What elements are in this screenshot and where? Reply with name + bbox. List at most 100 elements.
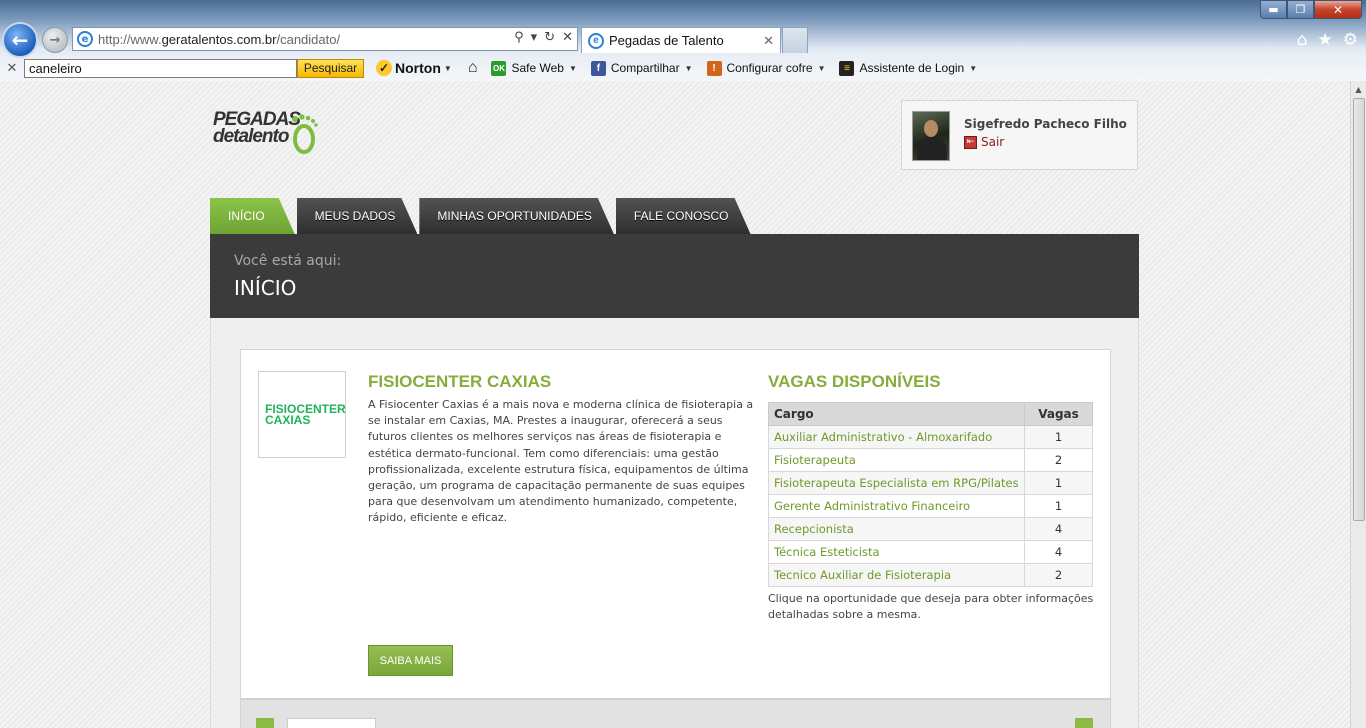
close-icon: ✕ (1332, 2, 1344, 17)
logout-label: Sair (981, 135, 1005, 149)
chevron-down-icon: ▼ (969, 63, 978, 73)
cargo-link[interactable]: Tecnico Auxiliar de Fisioterapia (768, 563, 1025, 587)
toolbar-home-button[interactable]: ⌂ (468, 59, 478, 77)
tab-meus-dados[interactable]: MEUS DADOS (297, 198, 418, 234)
forward-arrow-icon: → (49, 32, 61, 48)
address-bar[interactable]: e http://www.geratalentos.com.br/candida… (72, 27, 578, 51)
search-icon[interactable]: ⚲ (514, 30, 524, 45)
tab-title: Pegadas de Talento (609, 33, 724, 48)
login-assistant-label: Assistente de Login (859, 61, 965, 75)
table-row[interactable]: Recepcionista 4 (768, 517, 1093, 541)
company-description: A Fisiocenter Caxias é a mais nova e mod… (368, 398, 754, 525)
cargo-link[interactable]: Gerente Administrativo Financeiro (768, 494, 1025, 518)
chevron-down-icon: ▼ (817, 63, 826, 73)
safe-web-icon: OK (491, 60, 507, 76)
carousel-bar (240, 699, 1111, 728)
tab-inicio[interactable]: INÍCIO (210, 198, 295, 234)
tab-minhas-oportunidades[interactable]: MINHAS OPORTUNIDADES (419, 198, 613, 234)
back-arrow-icon: ← (11, 28, 29, 52)
tab-close-icon[interactable]: ✕ (763, 33, 774, 49)
table-row[interactable]: Técnica Esteticista 4 (768, 540, 1093, 564)
cargo-link[interactable]: Fisioterapeuta (768, 448, 1025, 472)
user-panel: Sigefredo Pacheco Filho ⇤ Sair (901, 100, 1138, 170)
browser-tab[interactable]: e Pegadas de Talento ✕ (581, 27, 781, 53)
login-assistant-icon: ≡ (839, 60, 855, 76)
column-header-vagas: Vagas (1024, 402, 1093, 426)
vagas-count: 1 (1024, 494, 1093, 518)
vagas-table: Cargo Vagas Auxiliar Administrativo - Al… (768, 402, 1093, 587)
company-title: FISIOCENTER CAXIAS (368, 372, 552, 391)
window-close-button[interactable]: ✕ (1314, 0, 1362, 19)
breadcrumb-label: Você está aqui: (234, 253, 342, 269)
login-assistant-menu[interactable]: ≡ Assistente de Login ▼ (839, 60, 978, 76)
carousel-thumbnail[interactable] (287, 718, 376, 728)
cargo-link[interactable]: Recepcionista (768, 517, 1025, 541)
norton-toolbar: ✕ Pesquisar ✓ Norton ▼ ⌂ OK Safe Web ▼ f… (0, 55, 1366, 81)
toolbar-search-button[interactable]: Pesquisar (297, 58, 364, 78)
toolbar-close-icon[interactable]: ✕ (0, 60, 24, 76)
vault-menu[interactable]: ! Configurar cofre ▼ (706, 60, 826, 76)
forward-button[interactable]: → (42, 27, 68, 53)
url-path: /candidato/ (276, 31, 341, 47)
carousel-next-button[interactable] (1075, 718, 1093, 728)
cargo-link[interactable]: Auxiliar Administrativo - Almoxarifado (768, 425, 1025, 449)
norton-menu[interactable]: ✓ Norton ▼ (376, 60, 452, 76)
norton-label: Norton (395, 60, 441, 76)
tab-fale-conosco[interactable]: FALE CONOSCO (616, 198, 751, 234)
norton-check-icon: ✓ (376, 60, 392, 76)
main-nav: INÍCIO MEUS DADOS MINHAS OPORTUNIDADES F… (210, 198, 753, 234)
url-prefix: http://www. (98, 31, 162, 47)
page-content: PEGADAS detalento Sigefredo Pacheco Filh… (0, 81, 1350, 728)
company-logo[interactable]: FISIOCENTER CAXIAS (258, 371, 346, 458)
site-logo[interactable]: PEGADAS detalento (213, 109, 328, 159)
share-menu[interactable]: f Compartilhar ▼ (590, 60, 693, 76)
table-row[interactable]: Gerente Administrativo Financeiro 1 (768, 494, 1093, 518)
logout-link[interactable]: ⇤ Sair (964, 135, 1004, 149)
safe-web-label: Safe Web (511, 61, 564, 75)
table-row[interactable]: Fisioterapeuta 2 (768, 448, 1093, 472)
page-scrollbar[interactable]: ▲ (1350, 81, 1366, 728)
address-url[interactable]: http://www.geratalentos.com.br/candidato… (98, 32, 340, 47)
safe-web-menu[interactable]: OK Safe Web ▼ (491, 60, 577, 76)
saiba-mais-button[interactable]: SAIBA MAIS (368, 645, 453, 676)
table-row[interactable]: Tecnico Auxiliar de Fisioterapia 2 (768, 563, 1093, 587)
settings-gear-icon[interactable]: ⚙ (1343, 30, 1358, 50)
carousel-prev-button[interactable] (256, 718, 274, 728)
new-tab-button[interactable] (782, 27, 808, 53)
vagas-note: Clique na oportunidade que deseja para o… (768, 592, 1094, 621)
facebook-icon: f (590, 60, 606, 76)
chevron-down-icon: ▼ (684, 63, 693, 73)
browser-chrome: ← → e http://www.geratalentos.com.br/can… (0, 0, 1366, 81)
vault-icon: ! (706, 60, 722, 76)
maximize-button[interactable]: ❐ (1287, 0, 1314, 19)
scroll-thumb[interactable] (1353, 98, 1365, 521)
table-header-row: Cargo Vagas (768, 402, 1093, 426)
minimize-button[interactable]: ▬ (1260, 0, 1287, 19)
content-area: FISIOCENTER CAXIAS FISIOCENTER CAXIAS A … (210, 318, 1139, 728)
scroll-up-icon[interactable]: ▲ (1351, 81, 1366, 97)
cargo-link[interactable]: Fisioterapeuta Especialista em RPG/Pilat… (768, 471, 1025, 495)
toolbar-search-input[interactable] (24, 58, 297, 78)
share-label: Compartilhar (610, 61, 680, 75)
dropdown-caret-icon[interactable]: ▾ (531, 30, 538, 45)
chevron-down-icon: ▼ (568, 63, 577, 73)
minimize-icon: ▬ (1268, 3, 1279, 16)
stop-icon[interactable]: ✕ (562, 30, 573, 45)
page-title: INÍCIO (234, 276, 297, 300)
back-button[interactable]: ← (2, 22, 38, 58)
home-icon[interactable]: ⌂ (1297, 30, 1308, 50)
ie-page-icon: e (77, 31, 93, 47)
cargo-link[interactable]: Técnica Esteticista (768, 540, 1025, 564)
vagas-count: 2 (1024, 563, 1093, 587)
vagas-title: VAGAS DISPONÍVEIS (768, 372, 941, 391)
vagas-count: 1 (1024, 471, 1093, 495)
user-name: Sigefredo Pacheco Filho (964, 117, 1127, 131)
refresh-icon[interactable]: ↻ (544, 30, 555, 45)
favorites-star-icon[interactable]: ★ (1318, 30, 1333, 50)
table-row[interactable]: Fisioterapeuta Especialista em RPG/Pilat… (768, 471, 1093, 495)
table-row[interactable]: Auxiliar Administrativo - Almoxarifado 1 (768, 425, 1093, 449)
vagas-count: 1 (1024, 425, 1093, 449)
logout-icon: ⇤ (964, 135, 977, 149)
vagas-count: 2 (1024, 448, 1093, 472)
breadcrumb: Você está aqui: INÍCIO (210, 234, 1139, 318)
